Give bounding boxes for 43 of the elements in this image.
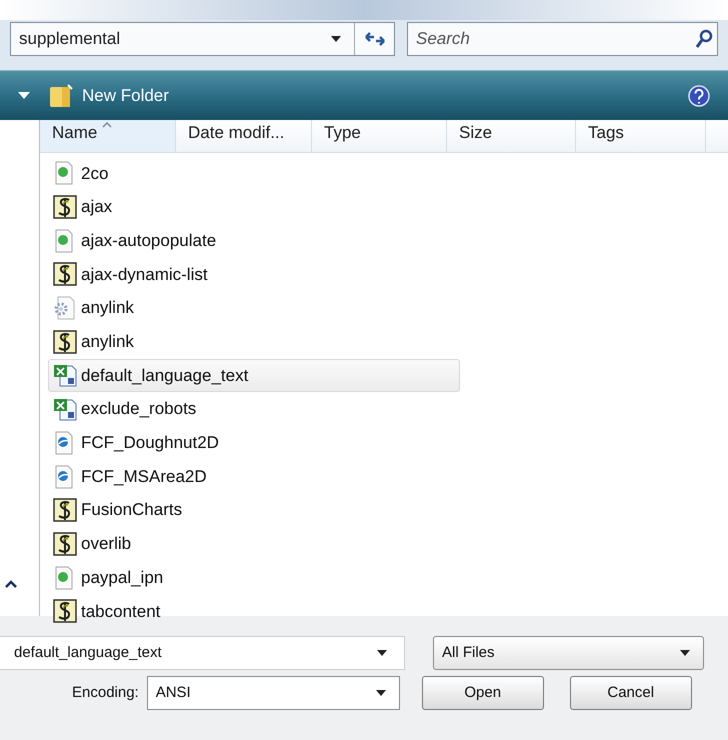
caret-icon[interactable] xyxy=(18,92,30,100)
scroll-up-icon[interactable] xyxy=(5,580,17,588)
search-input[interactable]: Search xyxy=(408,26,695,52)
file-item[interactable]: anylink xyxy=(48,324,460,359)
encoding-dropdown[interactable]: ANSI xyxy=(146,676,400,710)
new-folder-button[interactable]: New Folder xyxy=(48,82,169,108)
spreadsheet-icon xyxy=(53,363,77,388)
dialog-button[interactable]: Open xyxy=(422,676,544,710)
file-item[interactable]: FusionCharts xyxy=(48,493,460,528)
column-header[interactable]: Size xyxy=(447,120,576,152)
file-item[interactable]: default_language_text xyxy=(48,358,460,392)
file-type-dropdown[interactable]: All Files xyxy=(433,636,704,670)
dropdown-arrow-icon[interactable] xyxy=(330,35,342,43)
file-item[interactable]: exclude_robots xyxy=(48,392,460,426)
file-item[interactable]: ajax xyxy=(48,190,460,224)
file-item[interactable]: overlib xyxy=(48,527,460,561)
file-item[interactable]: ajax-autopopulate xyxy=(48,224,460,258)
column-header[interactable]: Date modif... xyxy=(176,120,312,152)
file-item[interactable]: 2co xyxy=(48,156,460,190)
address-bar[interactable]: supplemental xyxy=(10,22,395,56)
file-item[interactable]: ajax-dynamic-list xyxy=(48,258,460,292)
file-name-field[interactable]: default_language_text xyxy=(0,636,405,670)
folder-icon xyxy=(48,82,74,108)
spreadsheet-icon xyxy=(53,397,77,422)
file-item[interactable]: tabcontent xyxy=(48,594,460,628)
column-header[interactable]: Tags xyxy=(576,120,706,152)
dropdown-arrow-icon xyxy=(374,689,387,697)
dialog-button[interactable]: Cancel xyxy=(570,676,692,710)
dropdown-arrow-icon xyxy=(376,649,388,657)
file-item[interactable]: FCF_Doughnut2D xyxy=(48,426,460,460)
help-icon[interactable] xyxy=(688,84,710,106)
file-item[interactable]: anylink xyxy=(48,291,460,325)
arrows-icon xyxy=(364,31,386,47)
column-header[interactable]: Name xyxy=(40,120,176,152)
encoding-label: Encoding: xyxy=(72,682,139,703)
search-field[interactable]: Search xyxy=(407,22,718,56)
search-icon xyxy=(695,29,713,49)
dropdown-arrow-icon xyxy=(679,649,691,657)
address-path: supplemental xyxy=(18,28,122,50)
gear-page-icon xyxy=(53,296,77,320)
file-item[interactable]: FCF_MSArea2D xyxy=(48,460,460,494)
column-header[interactable]: Type xyxy=(312,120,447,152)
file-item[interactable]: paypal_ipn xyxy=(48,560,460,594)
